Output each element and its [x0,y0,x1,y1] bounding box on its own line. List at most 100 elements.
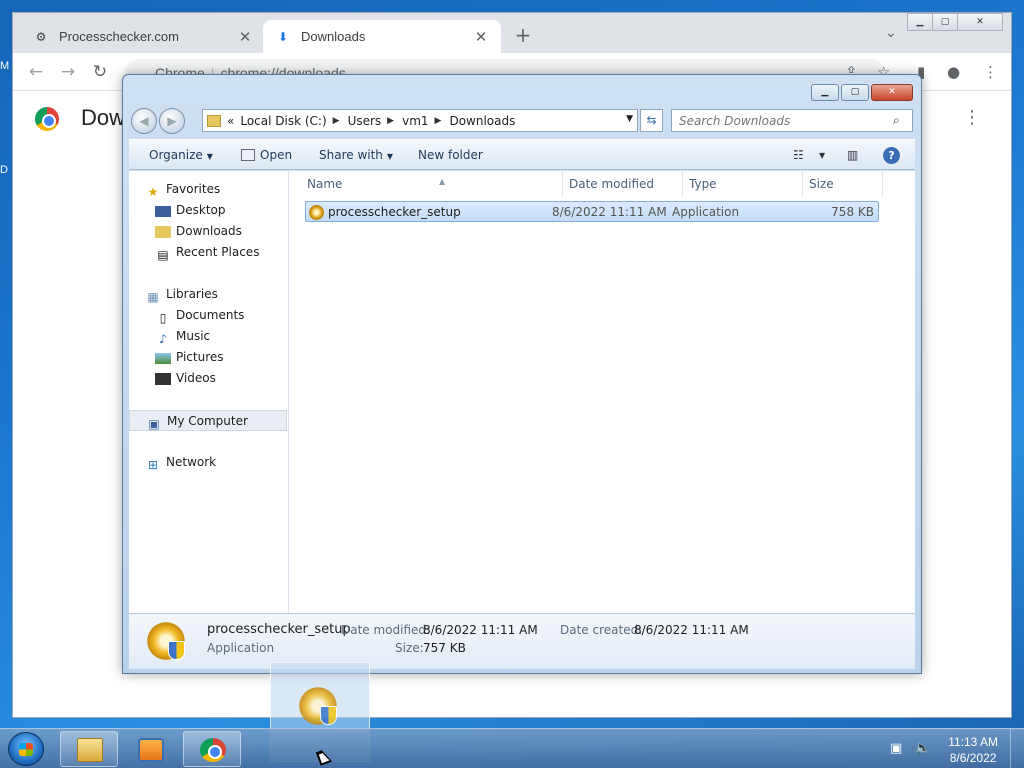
breadcrumb-downloads[interactable]: Downloads [449,114,515,128]
view-options-icon[interactable]: ☷ [793,148,804,162]
explorer-window-controls: ▁ ▢ ✕ [809,84,913,101]
back-button[interactable]: ◀ [131,108,157,134]
navigation-pane: ★ Favorites Desktop Downloads ▤ Recent Pla… [129,171,289,613]
details-pane: processchecker_setup Application Date mo… [129,613,915,669]
breadcrumb-vm1[interactable]: vm1 [402,114,428,128]
minimize-button[interactable]: ▁ [811,84,839,101]
maximize-button[interactable]: ▢ [841,84,869,101]
organize-label: Organize [149,148,203,162]
tab-processchecker[interactable]: ⚙ Processchecker.com ✕ [21,20,265,53]
organize-button[interactable]: Organize ▼ [149,148,213,162]
breadcrumb-local-disk[interactable]: Local Disk (C:) [240,114,326,128]
minimize-button[interactable]: ▁ [907,13,933,31]
nav-pictures[interactable]: Pictures [129,347,287,368]
nav-label: Documents [176,308,245,322]
show-desktop-button[interactable] [1010,729,1024,768]
nav-videos[interactable]: Videos [129,368,287,389]
clock[interactable]: 11:13 AM 8/6/2022 [948,734,998,766]
nav-libraries[interactable]: ▦ Libraries [129,284,287,305]
nav-documents[interactable]: ▯ Documents [129,305,287,326]
refresh-icon[interactable]: ⇆ [640,109,663,132]
tab-close-icon[interactable]: ✕ [237,28,253,46]
breadcrumb-chevron-icon[interactable]: ▶ [387,116,394,126]
column-name[interactable]: Name ▲ [301,171,563,197]
explorer-window: ▁ ▢ ✕ ◀ ▶ « Local Disk (C:) ▶ Users ▶ vm… [122,74,922,674]
search-input[interactable] [671,109,913,132]
file-type: Application [672,205,740,219]
preview-pane-icon[interactable]: ▥ [847,148,858,162]
profile-avatar-icon[interactable]: ● [947,63,960,81]
nav-label: Downloads [176,224,242,238]
view-dropdown-icon[interactable]: ▼ [819,151,825,160]
chrome-icon [200,738,226,762]
close-button[interactable]: ✕ [871,84,913,101]
clock-date: 8/6/2022 [949,751,997,765]
downloads-folder-icon [155,226,171,238]
new-folder-button[interactable]: New folder [418,148,483,162]
share-with-label: Share with [319,148,383,162]
address-prefix[interactable]: « [227,114,234,128]
folder-icon [207,114,221,127]
open-button[interactable]: Open [241,148,292,162]
nav-network[interactable]: ⊞ Network [129,452,287,473]
nav-music[interactable]: ♪ Music [129,326,287,347]
recent-places-icon: ▤ [157,248,169,262]
address-dropdown-icon[interactable]: ▼ [626,114,633,124]
desktop-icon [155,206,171,217]
chevron-down-icon: ▼ [386,152,394,161]
nav-label: Videos [176,371,216,385]
file-name: processchecker_setup [328,205,461,219]
details-date-created: 8/6/2022 11:11 AM [634,623,749,637]
application-gear-icon [309,205,324,220]
page-more-icon[interactable]: ⋮ [963,107,981,128]
taskbar-chrome[interactable] [183,731,241,767]
back-arrow-icon[interactable]: ← [25,61,47,83]
nav-my-computer[interactable]: ▣ My Computer [129,410,287,431]
taskbar-explorer[interactable] [60,731,118,767]
nav-recent-places[interactable]: ▤ Recent Places [129,242,287,263]
column-type[interactable]: Type [683,171,803,197]
tab-downloads[interactable]: ⬇ Downloads ✕ [263,20,501,53]
file-row-processchecker-setup[interactable]: processchecker_setup 8/6/2022 11:11 AM A… [305,201,879,222]
forward-button[interactable]: ▶ [159,108,185,134]
nav-label: Libraries [166,287,218,301]
nav-label: Recent Places [176,245,260,259]
forward-arrow-icon[interactable]: → [57,61,79,83]
breadcrumb-users[interactable]: Users [348,114,382,128]
chrome-menu-icon[interactable]: ⋮ [983,63,998,81]
share-with-button[interactable]: Share with ▼ [319,148,393,162]
application-gear-icon [145,620,187,662]
reload-icon[interactable]: ↻ [89,61,111,83]
nav-desktop[interactable]: Desktop [129,200,287,221]
explorer-address-bar[interactable]: « Local Disk (C:) ▶ Users ▶ vm1 ▶ Downlo… [202,109,638,132]
column-date-modified[interactable]: Date modified [563,171,683,197]
page-title: Dow [81,105,126,130]
help-icon[interactable]: ? [883,147,900,164]
nav-favorites[interactable]: ★ Favorites [129,179,287,200]
pictures-icon [155,353,171,364]
desktop-edge-label: D [0,164,8,176]
tab-search-icon[interactable]: ⌄ [885,25,897,41]
file-date-modified: 8/6/2022 11:11 AM [552,205,667,219]
column-size[interactable]: Size [803,171,883,197]
media-player-icon [138,738,164,762]
close-button[interactable]: ✕ [957,13,1003,31]
clock-time: 11:13 AM [948,735,998,749]
search-icon[interactable]: ⌕ [893,113,900,128]
taskbar-media-player[interactable] [121,731,179,767]
download-icon: ⬇ [277,29,289,44]
network-tray-icon[interactable]: ▣ [890,741,902,756]
new-tab-button[interactable]: + [511,23,535,47]
desktop-edge-label: M [0,60,10,72]
nav-downloads[interactable]: Downloads [129,221,287,242]
maximize-button[interactable]: ▢ [932,13,958,31]
nav-label: Network [166,455,217,469]
breadcrumb-chevron-icon[interactable]: ▶ [333,116,340,126]
volume-icon[interactable]: 🔈 [914,741,930,756]
breadcrumb-chevron-icon[interactable]: ▶ [435,116,442,126]
nav-label: Desktop [176,203,226,217]
music-icon: ♪ [159,332,167,346]
command-bar: Organize ▼ Open Share with ▼ New folder ☷ … [129,139,915,170]
tab-close-icon[interactable]: ✕ [473,28,489,46]
start-button[interactable] [8,732,44,766]
